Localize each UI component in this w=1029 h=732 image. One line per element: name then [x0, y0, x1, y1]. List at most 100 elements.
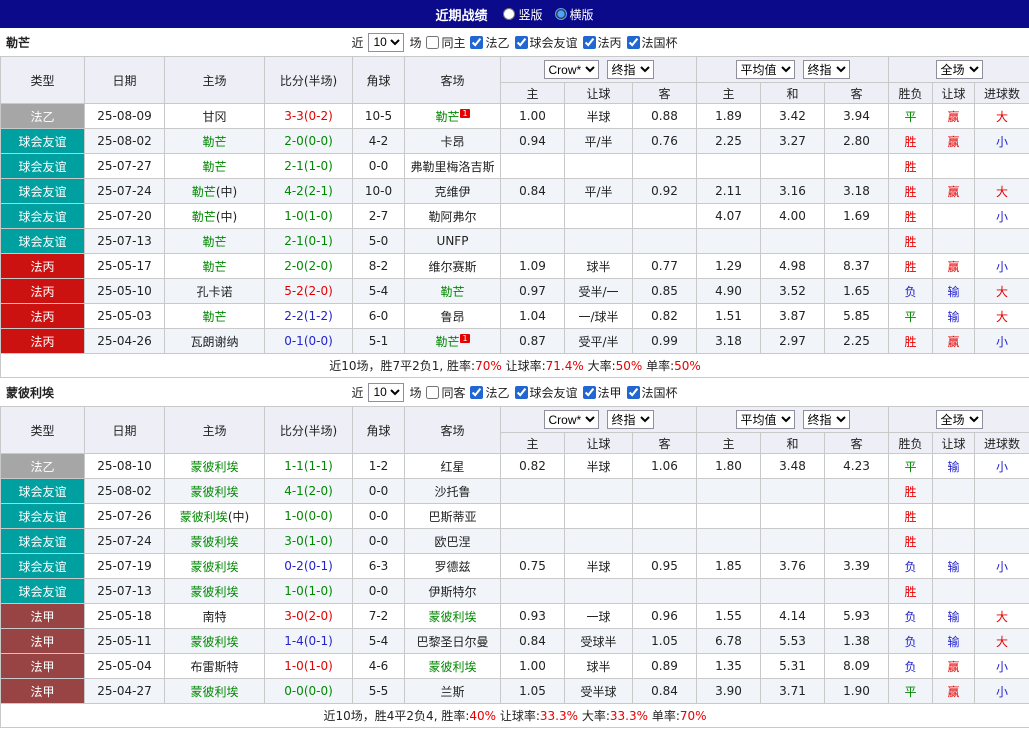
odds-value — [500, 203, 565, 229]
league-filter-checkbox-input[interactable] — [470, 385, 484, 399]
home-team-name: 瓦朗谢纳 — [190, 334, 239, 349]
odds-value: 0.76 — [631, 128, 698, 154]
result-value: 赢 — [932, 328, 976, 354]
league-filter-checkbox-input[interactable] — [626, 35, 640, 49]
bookmaker-stage-select[interactable]: 终指 — [606, 60, 654, 79]
league-filter-checkbox[interactable]: 法国杯 — [626, 384, 678, 401]
average-stage-select[interactable]: 终指 — [802, 410, 850, 429]
odds-value: 半球 — [564, 553, 633, 579]
summary-segment: 33.3% — [609, 709, 649, 723]
home-team: 蒙彼利埃 — [164, 553, 265, 579]
home-team-neutral-suffix: (中) — [227, 509, 250, 524]
average-select[interactable]: 平均值 — [735, 60, 795, 79]
bookmaker-select[interactable]: Crow* — [543, 410, 599, 429]
odds-value — [824, 478, 890, 504]
result-value: 输 — [932, 603, 976, 629]
home-team: 蒙彼利埃 — [164, 628, 265, 654]
summary-text: 近10场，胜7平2负1, 胜率:70% 让球率:71.4% 大率:50% 单率:… — [0, 353, 1029, 378]
vertical-layout-radio[interactable] — [503, 8, 516, 20]
league-filter-checkbox[interactable]: 法甲 — [582, 384, 622, 401]
result-value: 平 — [888, 678, 934, 704]
league-type-badge: 球会友谊 — [0, 203, 85, 229]
layout-options: 竖版 横版 — [503, 6, 594, 23]
league-filter-checkbox-input[interactable] — [470, 35, 484, 49]
summary-segment: 大率: — [583, 359, 616, 373]
same-venue-checkbox-input[interactable] — [426, 35, 440, 49]
sub-column-header: 主 — [500, 432, 565, 454]
layout-option-0[interactable]: 竖版 — [503, 6, 543, 23]
league-type-badge: 球会友谊 — [0, 528, 85, 554]
league-filter-checkbox-input[interactable] — [582, 35, 596, 49]
away-team-name: 兰斯 — [440, 684, 465, 699]
odds-value: 2.97 — [760, 328, 826, 354]
result-value: 赢 — [932, 178, 976, 204]
home-team-name: 勒芒 — [191, 209, 216, 224]
odds-value: 1.00 — [500, 103, 565, 129]
league-filter-label: 法甲 — [597, 385, 622, 400]
column-header: 比分(半场) — [264, 406, 353, 454]
league-filter-checkbox[interactable]: 球会友谊 — [514, 34, 578, 51]
league-filter-checkbox[interactable]: 法乙 — [470, 34, 510, 51]
result-value: 胜 — [888, 328, 934, 354]
odds-value — [500, 228, 565, 254]
league-type-badge: 法甲 — [0, 628, 85, 654]
league-filter-checkbox-input[interactable] — [514, 385, 528, 399]
odds-value: 半球 — [564, 103, 633, 129]
league-filter-checkbox-input[interactable] — [582, 385, 596, 399]
summary-row: 近10场，胜4平2负4, 胜率:40% 让球率:33.3% 大率:33.3% 单… — [0, 703, 1029, 728]
same-venue-checkbox[interactable]: 同客 — [426, 384, 465, 401]
odds-value: 1.29 — [696, 253, 762, 279]
match-score: 2-0(0-0) — [264, 128, 353, 154]
league-filter-checkbox[interactable]: 球会友谊 — [514, 384, 578, 401]
match-score: 3-0(2-0) — [264, 603, 353, 629]
match-row: 球会友谊 25-07-13 勒芒 2-1(0-1) 5-0 UNFP 胜 — [0, 228, 1029, 254]
league-type-badge: 法乙 — [0, 453, 85, 479]
result-value: 小 — [974, 203, 1029, 229]
fulltime-scope-select[interactable]: 全场 — [935, 60, 983, 79]
home-team: 瓦朗谢纳 — [164, 328, 265, 354]
fulltime-scope-select[interactable]: 全场 — [935, 410, 983, 429]
league-filter-checkbox[interactable]: 法丙 — [582, 34, 622, 51]
league-filter-checkbox[interactable]: 法乙 — [470, 384, 510, 401]
result-value: 胜 — [888, 478, 934, 504]
match-count-select[interactable]: 10 — [368, 32, 405, 52]
average-stage-select[interactable]: 终指 — [802, 60, 850, 79]
away-team-name: 欧巴涅 — [434, 534, 471, 549]
odds-value — [631, 478, 698, 504]
odds-value — [631, 203, 698, 229]
corner-score: 8-2 — [352, 253, 405, 279]
league-filter-checkbox-input[interactable] — [514, 35, 528, 49]
odds-value — [760, 153, 826, 179]
league-filter-checkbox[interactable]: 法国杯 — [626, 34, 678, 51]
horizontal-layout-radio[interactable] — [554, 8, 567, 20]
match-row: 球会友谊 25-08-02 蒙彼利埃 4-1(2-0) 0-0 沙托鲁 胜 — [0, 478, 1029, 504]
result-value: 小 — [974, 678, 1029, 704]
league-filter-checkbox-input[interactable] — [626, 385, 640, 399]
summary-segment: 70% — [679, 709, 707, 723]
result-value: 负 — [888, 553, 934, 579]
layout-option-1[interactable]: 横版 — [554, 6, 594, 23]
same-venue-checkbox-input[interactable] — [426, 385, 440, 399]
match-row: 球会友谊 25-07-13 蒙彼利埃 1-0(1-0) 0-0 伊斯特尔 胜 — [0, 578, 1029, 604]
home-team: 南特 — [164, 603, 265, 629]
bookmaker-select[interactable]: Crow* — [543, 60, 599, 79]
same-venue-label: 同客 — [441, 385, 466, 400]
away-team-name: 勒芒 — [440, 284, 465, 299]
away-team: 伊斯特尔 — [404, 578, 501, 604]
odds-group-selects: 全场 — [891, 410, 1027, 429]
match-date: 25-05-17 — [84, 253, 165, 279]
average-select[interactable]: 平均值 — [735, 410, 795, 429]
team-filter-bar: 勒芒 近 10 场 同主 法乙 球会友谊 法丙 法国杯 — [0, 28, 1029, 56]
corner-score: 4-2 — [352, 128, 405, 154]
match-row: 球会友谊 25-07-27 勒芒 2-1(1-0) 0-0 弗勒里梅洛吉斯 胜 — [0, 153, 1029, 179]
match-score: 5-2(2-0) — [264, 278, 353, 304]
match-count-select[interactable]: 10 — [368, 382, 405, 402]
away-team: 巴斯蒂亚 — [404, 503, 501, 529]
bookmaker-stage-select[interactable]: 终指 — [606, 410, 654, 429]
team-filter-bar: 蒙彼利埃 近 10 场 同客 法乙 球会友谊 法甲 法国杯 — [0, 378, 1029, 406]
odds-value — [564, 478, 633, 504]
home-team: 勒芒 — [164, 153, 265, 179]
result-value — [932, 528, 976, 554]
result-value: 赢 — [932, 653, 976, 679]
same-venue-checkbox[interactable]: 同主 — [426, 34, 465, 51]
